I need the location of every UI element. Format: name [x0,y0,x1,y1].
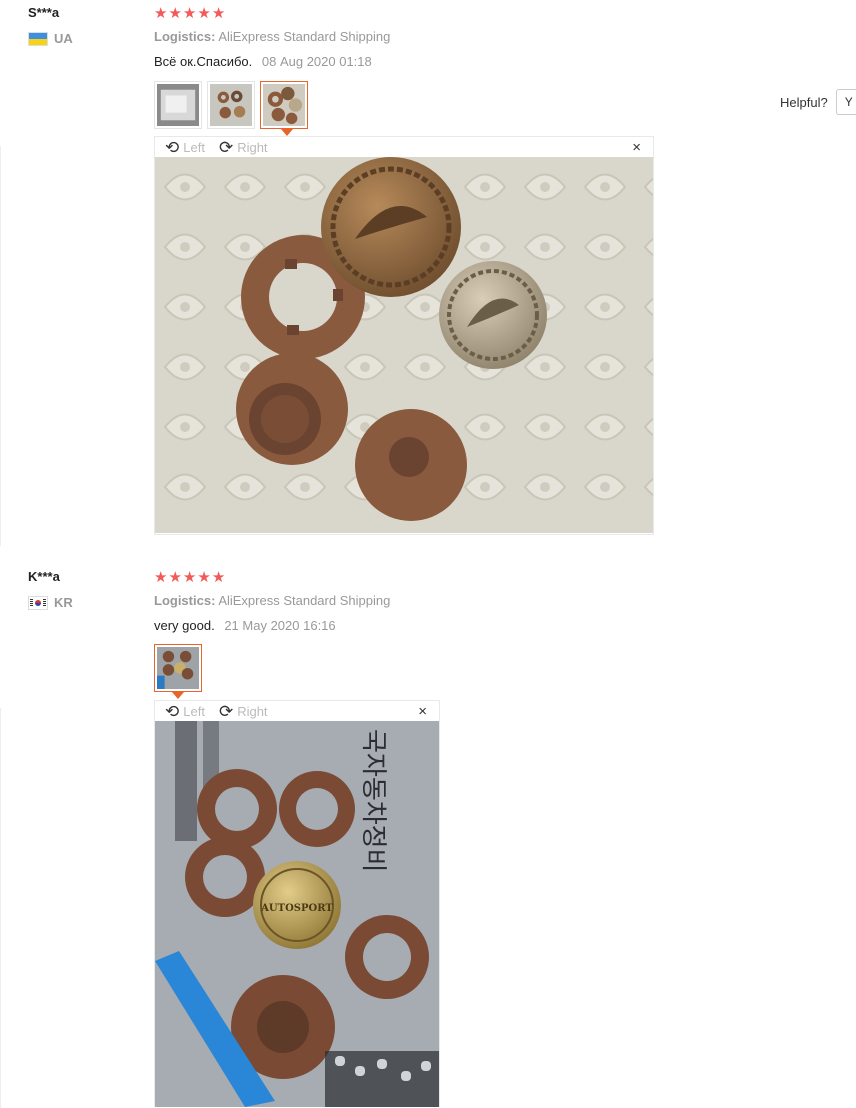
star-rating: ★ ★ ★ ★ ★ [154,570,225,585]
ukraine-flag-icon [28,31,48,46]
logistics-value: AliExpress Standard Shipping [218,29,391,44]
reviewer-country: UA [28,31,73,46]
thumbnail-image [157,84,199,126]
star-icon: ★ [168,569,182,586]
star-rating: ★ ★ ★ ★ ★ [154,6,225,21]
button-engraving: AUTOSPORT [260,903,333,914]
helpful-vote: Helpful? Y [780,89,856,115]
reviewer-country: KR [28,595,73,610]
left-divider [0,146,1,546]
review-date: 08 Aug 2020 01:18 [261,54,372,69]
helpful-label: Helpful? [780,94,828,110]
rotate-right-label: Right [237,703,268,719]
star-icon: ★ [197,5,211,22]
star-icon: ★ [168,5,182,22]
active-thumb-pointer [172,692,184,699]
rotate-left-icon: ⟲ [165,701,180,721]
review-thumbnails [154,644,202,692]
star-icon: ★ [197,569,211,586]
comment-text: Всё ок.Спасибо. [154,54,253,69]
review-comment: Всё ок.Спасибо. 08 Aug 2020 01:18 [154,54,372,69]
logistics-label: Logistics: [154,29,216,44]
photo-viewer: ⟲ Left ⟳ Right × 국자동차정비 AUTOSPORT [154,700,440,1107]
close-viewer-button[interactable]: × [632,139,641,156]
review-photo-large [155,157,653,533]
rotate-left-label: Left [183,139,205,155]
active-thumb-pointer [281,129,293,136]
logistics-value: AliExpress Standard Shipping [218,593,391,608]
reviewer-name: S***a [28,5,60,20]
viewer-toolbar: ⟲ Left ⟳ Right × [155,137,653,157]
close-viewer-button[interactable]: × [418,703,427,720]
review-photo-thumbnail[interactable] [154,81,202,129]
rotate-right-icon: ⟳ [218,701,234,721]
review-photo-thumbnail-active[interactable] [154,644,202,692]
star-icon: ★ [154,5,168,22]
logistics-info: Logistics: AliExpress Standard Shipping [154,29,390,44]
star-icon: ★ [211,569,226,586]
rotate-right-button[interactable]: ⟳ Right [219,139,268,156]
rotate-right-button[interactable]: ⟳ Right [219,703,268,720]
rotate-left-icon: ⟲ [165,137,180,157]
review-photo-large: 국자동차정비 AUTOSPORT [155,721,439,1107]
country-code: KR [54,595,73,610]
comment-text: very good. [154,618,215,633]
photo-viewer: ⟲ Left ⟳ Right × [154,136,654,535]
star-icon: ★ [182,5,197,22]
helpful-yes-button[interactable]: Y [835,89,856,115]
star-icon: ★ [154,569,168,586]
review-photo-thumbnail-active[interactable] [260,81,308,129]
review-photo-thumbnail[interactable] [207,81,255,129]
thumbnail-image [263,84,305,126]
country-code: UA [54,31,73,46]
left-divider [0,708,1,1108]
viewer-toolbar: ⟲ Left ⟳ Right × [155,701,439,721]
thumbnail-image [210,84,252,126]
review-date: 21 May 2020 16:16 [224,618,336,633]
south-korea-flag-icon [28,595,48,610]
rotate-right-label: Right [237,139,268,155]
star-icon: ★ [182,569,197,586]
rotate-left-button[interactable]: ⟲ Left [165,703,205,720]
review-comment: very good. 21 May 2020 16:16 [154,618,336,633]
rotate-left-label: Left [183,703,205,719]
review-thumbnails [154,81,308,129]
star-icon: ★ [211,5,226,22]
reviewer-name: K***a [28,569,60,584]
background-sign-text: 국자동차정비 [358,729,388,873]
logistics-label: Logistics: [154,593,216,608]
rotate-right-icon: ⟳ [218,137,234,157]
rotate-left-button[interactable]: ⟲ Left [165,139,205,156]
logistics-info: Logistics: AliExpress Standard Shipping [154,593,390,608]
thumbnail-image [157,647,199,689]
